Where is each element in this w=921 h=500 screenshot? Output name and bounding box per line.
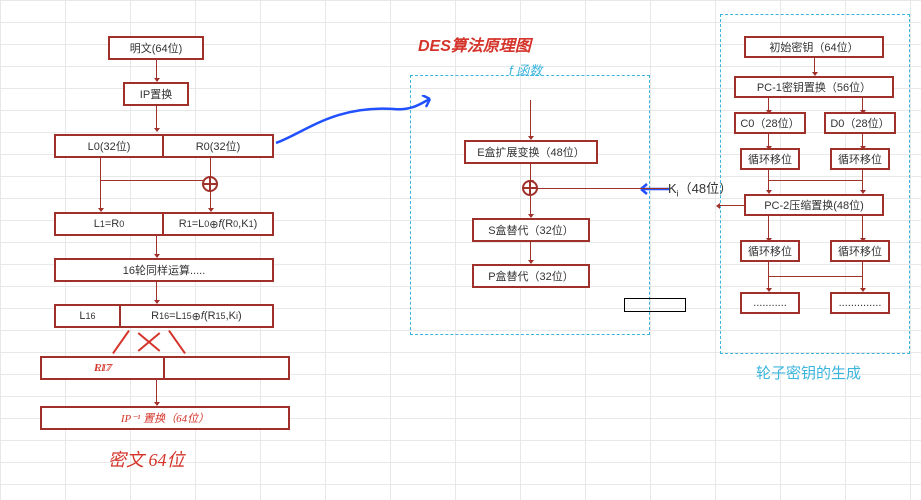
arrow-icon bbox=[862, 98, 863, 110]
arrow-icon bbox=[530, 242, 531, 260]
arrow-icon bbox=[768, 216, 769, 238]
pc2-box: PC-2压缩置换(48位) bbox=[744, 194, 884, 216]
ciphertext-label: 密文 64位 bbox=[108, 446, 185, 472]
xor-icon bbox=[202, 176, 218, 192]
blue-arrow-icon bbox=[635, 182, 671, 196]
ip-inverse-label: IP⁻¹ 置换（64位） bbox=[121, 410, 209, 426]
l0-box: L0(32位) bbox=[56, 136, 164, 156]
shift-box: 循环移位 bbox=[740, 240, 800, 262]
r1-box: R1=L0 ⊕ f(R0,K1) bbox=[164, 214, 272, 234]
arrow-icon bbox=[538, 188, 668, 189]
dots-box: .............. bbox=[830, 292, 890, 314]
arrow-icon bbox=[100, 180, 210, 181]
arrow-icon bbox=[720, 205, 744, 206]
r16-box: R16=L15 ⊕ f(R15,Ki) bbox=[121, 306, 272, 326]
arrow-icon bbox=[156, 106, 157, 128]
xor-icon bbox=[522, 180, 538, 196]
p-box: P盒替代（32位） bbox=[472, 264, 590, 288]
ip-perm-box: IP置换 bbox=[123, 82, 189, 106]
arrow-icon bbox=[530, 100, 531, 136]
arrow-icon bbox=[530, 164, 531, 180]
arrow-icon bbox=[768, 262, 769, 288]
shift-box: 循环移位 bbox=[830, 148, 890, 170]
c0-box: C0（28位） bbox=[734, 112, 806, 134]
arrow-icon bbox=[862, 170, 863, 190]
blue-arrow-icon bbox=[274, 95, 434, 145]
shift-box: 循环移位 bbox=[740, 148, 800, 170]
e-expand-box: E盒扩展变换（48位） bbox=[464, 140, 598, 164]
init-key-box: 初始密钥（64位） bbox=[744, 36, 884, 58]
dots-box: ........... bbox=[740, 292, 800, 314]
l0-r0-row: L0(32位) R0(32位) bbox=[54, 134, 274, 158]
arrow-icon bbox=[156, 236, 157, 254]
l16-r16-row: L16 R16=L15 ⊕ f(R15,Ki) bbox=[54, 304, 274, 328]
l1-box: L1=R0 bbox=[56, 214, 164, 234]
arrow-icon bbox=[862, 262, 863, 288]
r0-box: R0(32位) bbox=[164, 136, 272, 156]
arrow-icon bbox=[814, 58, 815, 72]
l16-box: L16 bbox=[56, 306, 121, 326]
plaintext-box: 明文(64位) bbox=[108, 36, 204, 60]
arrow-icon bbox=[768, 134, 769, 146]
pc1-box: PC-1密钥置换（56位） bbox=[734, 76, 894, 98]
l1-r1-row: L1=R0 R1=L0 ⊕ f(R0,K1) bbox=[54, 212, 274, 236]
arrow-icon bbox=[862, 216, 863, 238]
arrow-icon bbox=[156, 60, 157, 78]
arrow-icon bbox=[862, 134, 863, 146]
black-rect bbox=[624, 298, 686, 312]
arrow-icon bbox=[100, 158, 101, 180]
d0-box: D0（28位） bbox=[824, 112, 896, 134]
arrow-icon bbox=[768, 276, 862, 277]
arrow-icon bbox=[768, 180, 862, 181]
shift-box: 循环移位 bbox=[830, 240, 890, 262]
arrow-icon bbox=[530, 196, 531, 214]
s-box: S盒替代（32位） bbox=[472, 218, 590, 242]
arrow-icon bbox=[100, 180, 101, 208]
r17-box: R17 bbox=[42, 358, 165, 378]
key-gen-label: 轮子密钥的生成 bbox=[756, 362, 861, 383]
arrow-icon bbox=[156, 282, 157, 300]
arrow-icon bbox=[156, 380, 157, 402]
arrow-icon bbox=[768, 98, 769, 110]
diagram-title: DES算法原理图 bbox=[418, 32, 531, 56]
rounds16-box: 16轮同样运算..... bbox=[54, 258, 274, 282]
ip-inverse-box: IP⁻¹ 置换（64位） bbox=[40, 406, 290, 430]
l17-r17-row: L17 R17 bbox=[40, 356, 290, 380]
